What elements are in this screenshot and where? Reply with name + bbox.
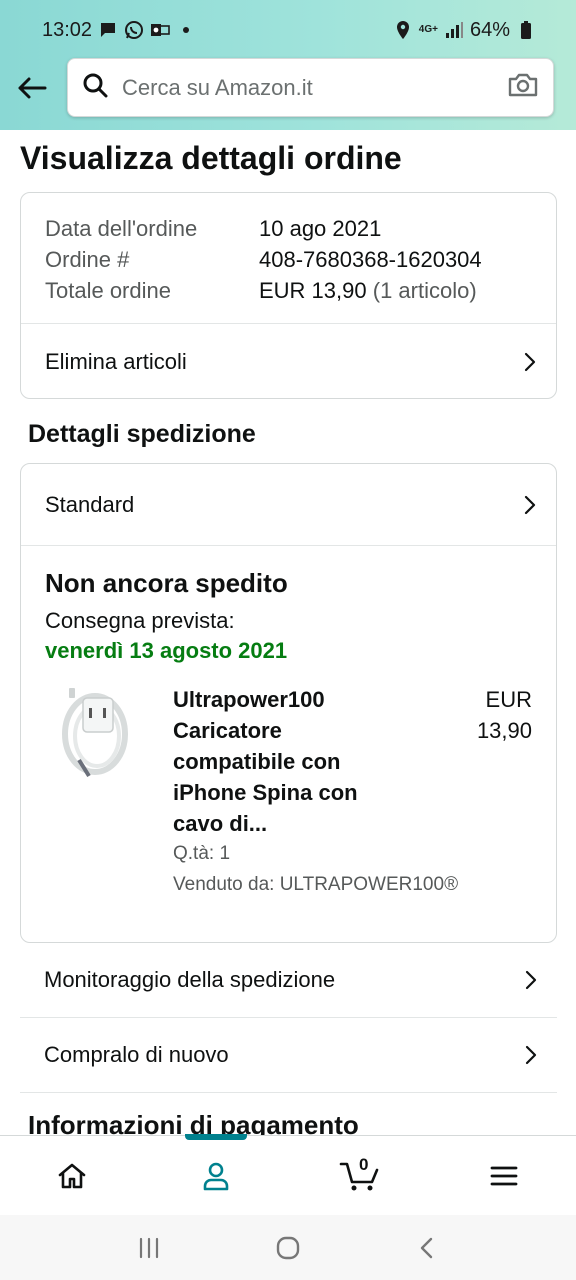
home-button[interactable] [268, 1228, 308, 1268]
status-right: 4G+ 64% [393, 19, 536, 42]
message-icon [98, 20, 118, 40]
delivery-date: venerdì 13 agosto 2021 [45, 638, 288, 663]
nav-home[interactable] [0, 1136, 144, 1216]
shipment-status: Non ancora spedito [45, 568, 288, 598]
account-icon [203, 1162, 229, 1190]
camera-icon[interactable] [507, 72, 539, 103]
whatsapp-icon [124, 20, 144, 40]
buy-again-link[interactable]: Compralo di nuovo [20, 1018, 557, 1093]
order-date-label: Data dell'ordine [45, 215, 198, 241]
search-icon [82, 72, 108, 103]
shipping-method-label: Standard [45, 491, 135, 517]
nav-cart[interactable]: 0 [288, 1136, 432, 1216]
home-icon [58, 1163, 86, 1188]
battery-icon [516, 20, 536, 40]
delivery-label: Consegna prevista: [45, 608, 235, 633]
active-tab-indicator [185, 1133, 247, 1140]
chevron-right-icon [522, 493, 538, 517]
product-image[interactable] [59, 684, 135, 784]
nav-account[interactable] [144, 1133, 288, 1216]
recents-icon [140, 1237, 159, 1258]
network-type: 4G+ [418, 24, 438, 35]
status-left: 13:02 [42, 19, 196, 42]
track-shipment-label: Monitoraggio della spedizione [44, 967, 336, 992]
signal-icon [444, 20, 464, 40]
shipping-method-link[interactable]: Standard [21, 464, 556, 545]
search-input[interactable] [122, 74, 507, 101]
track-shipment-link[interactable]: Monitoraggio della spedizione [20, 943, 557, 1018]
recents-button[interactable] [129, 1228, 169, 1268]
back-button[interactable] [14, 70, 50, 106]
order-number-value: 408-7680368-1620304 [259, 246, 482, 272]
home-circle-icon [276, 1236, 300, 1259]
page-title: Visualizza dettagli ordine [20, 140, 402, 176]
order-total-items: (1 articolo) [372, 277, 477, 303]
order-total-row: Totale ordine EUR 13,90 (1 articolo) [45, 275, 532, 306]
status-bar: 13:02 4G+ 64% [0, 0, 576, 60]
delete-items-link[interactable]: Elimina articoli [21, 324, 556, 399]
divider [21, 545, 556, 546]
order-total-amount: EUR 13,90 [259, 277, 367, 303]
back-system-button[interactable] [407, 1228, 447, 1268]
chevron-right-icon [523, 1043, 539, 1067]
product-seller: Venduto da: ULTRAPOWER100® [173, 874, 459, 895]
nav-menu[interactable] [432, 1136, 576, 1216]
location-icon [393, 20, 413, 40]
delete-items-label: Elimina articoli [45, 348, 187, 374]
order-date-row: Data dell'ordine 10 ago 2021 [45, 213, 532, 244]
cart-count: 0 [359, 1154, 369, 1174]
order-total-label: Totale ordine [45, 277, 171, 303]
chevron-left-icon [420, 1237, 432, 1258]
arrow-left-icon [18, 77, 47, 99]
order-info: Data dell'ordine 10 ago 2021 Ordine # 40… [21, 193, 556, 306]
menu-icon [490, 1166, 518, 1185]
order-number-row: Ordine # 408-7680368-1620304 [45, 244, 532, 275]
product-price: EUR 13,90 [476, 687, 532, 743]
chevron-right-icon [522, 350, 538, 374]
product-title[interactable]: Ultrapower100 Caricatore compatibile con… [173, 684, 383, 839]
order-total-value: EUR 13,90 (1 articolo) [259, 278, 477, 304]
buy-again-label: Compralo di nuovo [44, 1042, 229, 1067]
bottom-nav: 0 [0, 1133, 576, 1216]
notification-dot-icon [176, 20, 196, 40]
chevron-right-icon [523, 968, 539, 992]
search-bar[interactable] [67, 58, 554, 117]
shipping-card: Standard Non ancora spedito Consegna pre… [20, 463, 557, 943]
shipping-section-title: Dettagli spedizione [28, 420, 256, 448]
app-header: 13:02 4G+ 64% [0, 0, 576, 130]
outlook-icon [150, 20, 170, 40]
order-summary-card: Data dell'ordine 10 ago 2021 Ordine # 40… [20, 192, 557, 399]
product-quantity: Q.tà: 1 [173, 843, 231, 864]
clock: 13:02 [42, 18, 93, 41]
system-nav-bar [0, 1215, 576, 1280]
order-number-label: Ordine # [45, 246, 130, 272]
battery-level: 64% [469, 18, 510, 41]
order-date-value: 10 ago 2021 [259, 215, 382, 241]
